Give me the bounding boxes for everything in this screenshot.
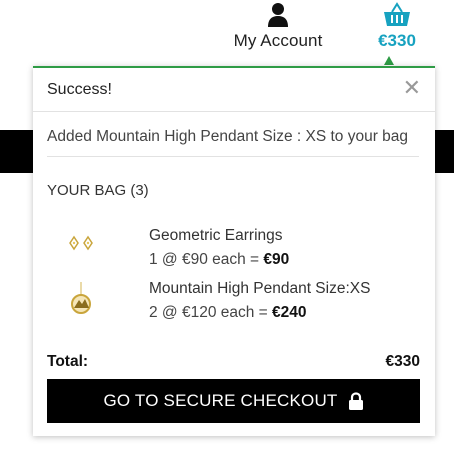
popup-pointer [384, 56, 394, 65]
earrings-thumbnail [69, 235, 93, 251]
added-message: Added Mountain High Pendant Size : XS to… [47, 128, 409, 145]
close-icon[interactable]: ✕ [403, 77, 421, 99]
basket-link[interactable]: €330 [372, 2, 422, 51]
popup-title: Success! [47, 81, 112, 98]
popup-header: Success! ✕ [33, 68, 435, 112]
my-account-link[interactable]: My Account [226, 2, 330, 51]
basket-total: €330 [378, 31, 416, 50]
lock-icon [348, 391, 363, 410]
bag-item[interactable]: Geometric Earrings 1 @ €90 each = €90 [33, 227, 433, 277]
bag-total-row: Total: €330 [47, 353, 420, 371]
divider [47, 156, 419, 157]
page: My Account €330 Success! ✕ Added Mountai… [0, 0, 454, 473]
item-name[interactable]: Mountain High Pendant Size:XS [149, 280, 370, 298]
total-label: Total: [47, 353, 89, 370]
add-to-bag-popup: Success! ✕ Added Mountain High Pendant S… [33, 66, 435, 436]
bag-item[interactable]: Mountain High Pendant Size:XS 2 @ €120 e… [33, 280, 433, 330]
my-account-label: My Account [233, 31, 323, 50]
user-icon [268, 3, 288, 27]
bag-heading: YOUR BAG (3) [47, 182, 149, 199]
item-name[interactable]: Geometric Earrings [149, 227, 283, 245]
item-line-total: €240 [272, 304, 307, 321]
checkout-label: GO TO SECURE CHECKOUT [103, 391, 338, 410]
item-line-total: €90 [263, 251, 290, 268]
pendant-thumbnail [71, 282, 91, 314]
total-amount: €330 [385, 353, 420, 370]
secure-checkout-button[interactable]: GO TO SECURE CHECKOUT [47, 379, 420, 423]
item-price: 2 @ €120 each = €240 [149, 304, 307, 321]
basket-icon [384, 2, 410, 26]
item-price: 1 @ €90 each = €90 [149, 251, 290, 268]
